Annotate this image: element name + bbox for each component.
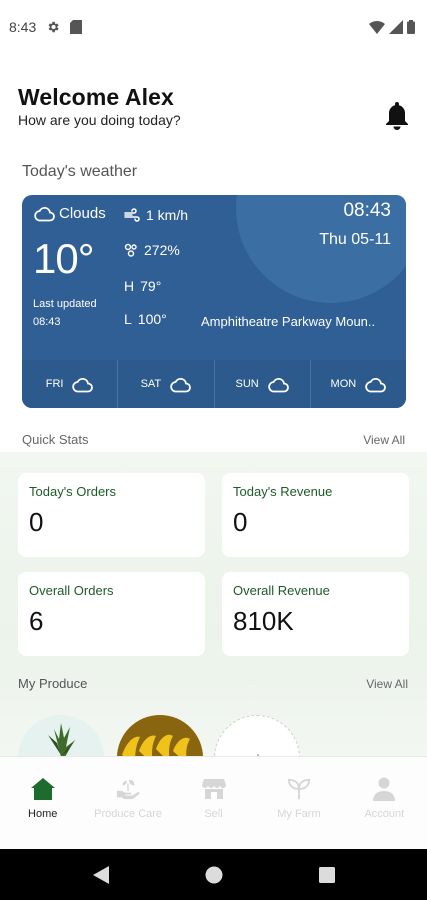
weather-condition-label: Clouds	[59, 205, 106, 222]
stat-label: Overall Revenue	[233, 583, 330, 598]
forecast-day-label: MON	[330, 378, 357, 390]
home-icon	[30, 777, 55, 801]
status-time: 8:43	[9, 19, 37, 35]
wifi-icon	[369, 20, 385, 34]
nav-label: Home	[28, 808, 58, 820]
nav-label: Account	[364, 808, 405, 820]
stat-label: Today's Orders	[29, 484, 117, 499]
forecast-day: SAT	[118, 360, 215, 408]
nav-label: Sell	[204, 808, 223, 820]
forecast-day-label: SUN	[235, 378, 259, 390]
bottom-navigation: Home Produce Care Sell My Farm Account	[0, 756, 427, 849]
nav-home[interactable]: Home	[0, 757, 85, 849]
low-temp-row: L 100°	[124, 310, 167, 328]
stat-card-overall-orders[interactable]: Overall Orders 6	[18, 572, 205, 656]
weather-date: Thu 05-11	[319, 231, 391, 248]
produce-item-pineapple[interactable]	[18, 715, 104, 756]
forecast-strip: FRI SAT SUN MON	[22, 360, 406, 408]
high-temp-row: H 79°	[124, 277, 161, 295]
quick-stats-title: Quick Stats	[22, 432, 89, 447]
last-updated-label: Last updated	[33, 298, 97, 310]
humidity-icon	[124, 243, 138, 257]
high-temp: 79°	[140, 278, 162, 294]
weather-card[interactable]: Clouds 10° Last updated 08:43 1 km/h 272…	[22, 195, 406, 408]
header: Welcome Alex How are you doing today?	[18, 84, 413, 130]
battery-icon	[407, 20, 415, 34]
forecast-day: FRI	[22, 360, 119, 408]
back-icon[interactable]	[92, 865, 109, 884]
stat-label: Overall Orders	[29, 583, 114, 598]
store-icon	[201, 777, 226, 801]
produce-item-banana[interactable]	[117, 715, 203, 756]
forecast-day-label: FRI	[45, 378, 64, 390]
produce-carousel	[18, 712, 418, 756]
stat-label: Today's Revenue	[233, 484, 333, 499]
stat-value: 0	[29, 507, 44, 537]
forecast-day: MON	[311, 360, 406, 408]
welcome-subtitle: How are you doing today?	[18, 112, 181, 128]
quick-stats-view-all-link[interactable]: View All	[363, 433, 405, 447]
weather-location: Amphitheatre Parkway Moun..	[201, 314, 376, 329]
nav-my-farm[interactable]: My Farm	[256, 757, 341, 849]
forecast-day-label: SAT	[140, 378, 162, 390]
weather-section-title: Today's weather	[22, 163, 138, 180]
nav-label: My Farm	[277, 808, 321, 820]
high-label: H	[124, 278, 135, 294]
stat-card-todays-revenue[interactable]: Today's Revenue 0	[222, 473, 409, 557]
sprout-icon	[287, 777, 311, 801]
stat-card-overall-revenue[interactable]: Overall Revenue 810K	[222, 572, 409, 656]
temperature: 10°	[33, 235, 95, 282]
cell-signal-icon	[389, 20, 403, 34]
last-updated-time: 08:43	[33, 316, 61, 328]
notification-bell-icon[interactable]	[385, 102, 411, 132]
home-circle-icon[interactable]	[205, 866, 223, 884]
nav-label: Produce Care	[94, 808, 163, 820]
last-updated: Last updated 08:43	[33, 295, 97, 331]
cloud-icon	[71, 376, 94, 393]
weather-condition: Clouds	[33, 205, 106, 222]
stat-card-todays-orders[interactable]: Today's Orders 0	[18, 473, 205, 557]
produce-view-all-link[interactable]: View All	[366, 677, 408, 691]
nav-sell[interactable]: Sell	[171, 757, 256, 849]
stat-value: 810K	[233, 606, 294, 636]
cloud-icon	[33, 205, 55, 222]
stat-value: 6	[29, 606, 44, 636]
wind-speed: 1 km/h	[146, 207, 189, 223]
welcome-title: Welcome Alex	[18, 84, 174, 110]
recents-icon[interactable]	[318, 866, 335, 883]
produce-care-icon	[116, 777, 141, 801]
cloud-icon	[169, 376, 192, 393]
nav-account[interactable]: Account	[342, 757, 427, 849]
add-produce-button[interactable]	[214, 715, 300, 756]
status-bar: 8:43	[0, 0, 427, 54]
humidity-row: 272%	[124, 241, 180, 259]
low-temp: 100°	[137, 311, 167, 327]
nav-produce-care[interactable]: Produce Care	[85, 757, 170, 849]
sim-card-icon	[70, 20, 83, 34]
wind-row: 1 km/h	[124, 206, 188, 224]
cloud-icon	[364, 376, 387, 393]
forecast-day: SUN	[215, 360, 311, 408]
person-icon	[372, 777, 396, 801]
cloud-icon	[267, 376, 289, 393]
humidity-value: 272%	[144, 242, 180, 258]
stat-value: 0	[233, 507, 248, 537]
wind-icon	[124, 208, 140, 222]
weather-time: 08:43	[343, 200, 391, 221]
system-navigation-bar	[0, 849, 427, 900]
settings-gear-icon	[46, 20, 60, 34]
my-produce-title: My Produce	[18, 676, 88, 691]
low-label: L	[124, 311, 132, 327]
